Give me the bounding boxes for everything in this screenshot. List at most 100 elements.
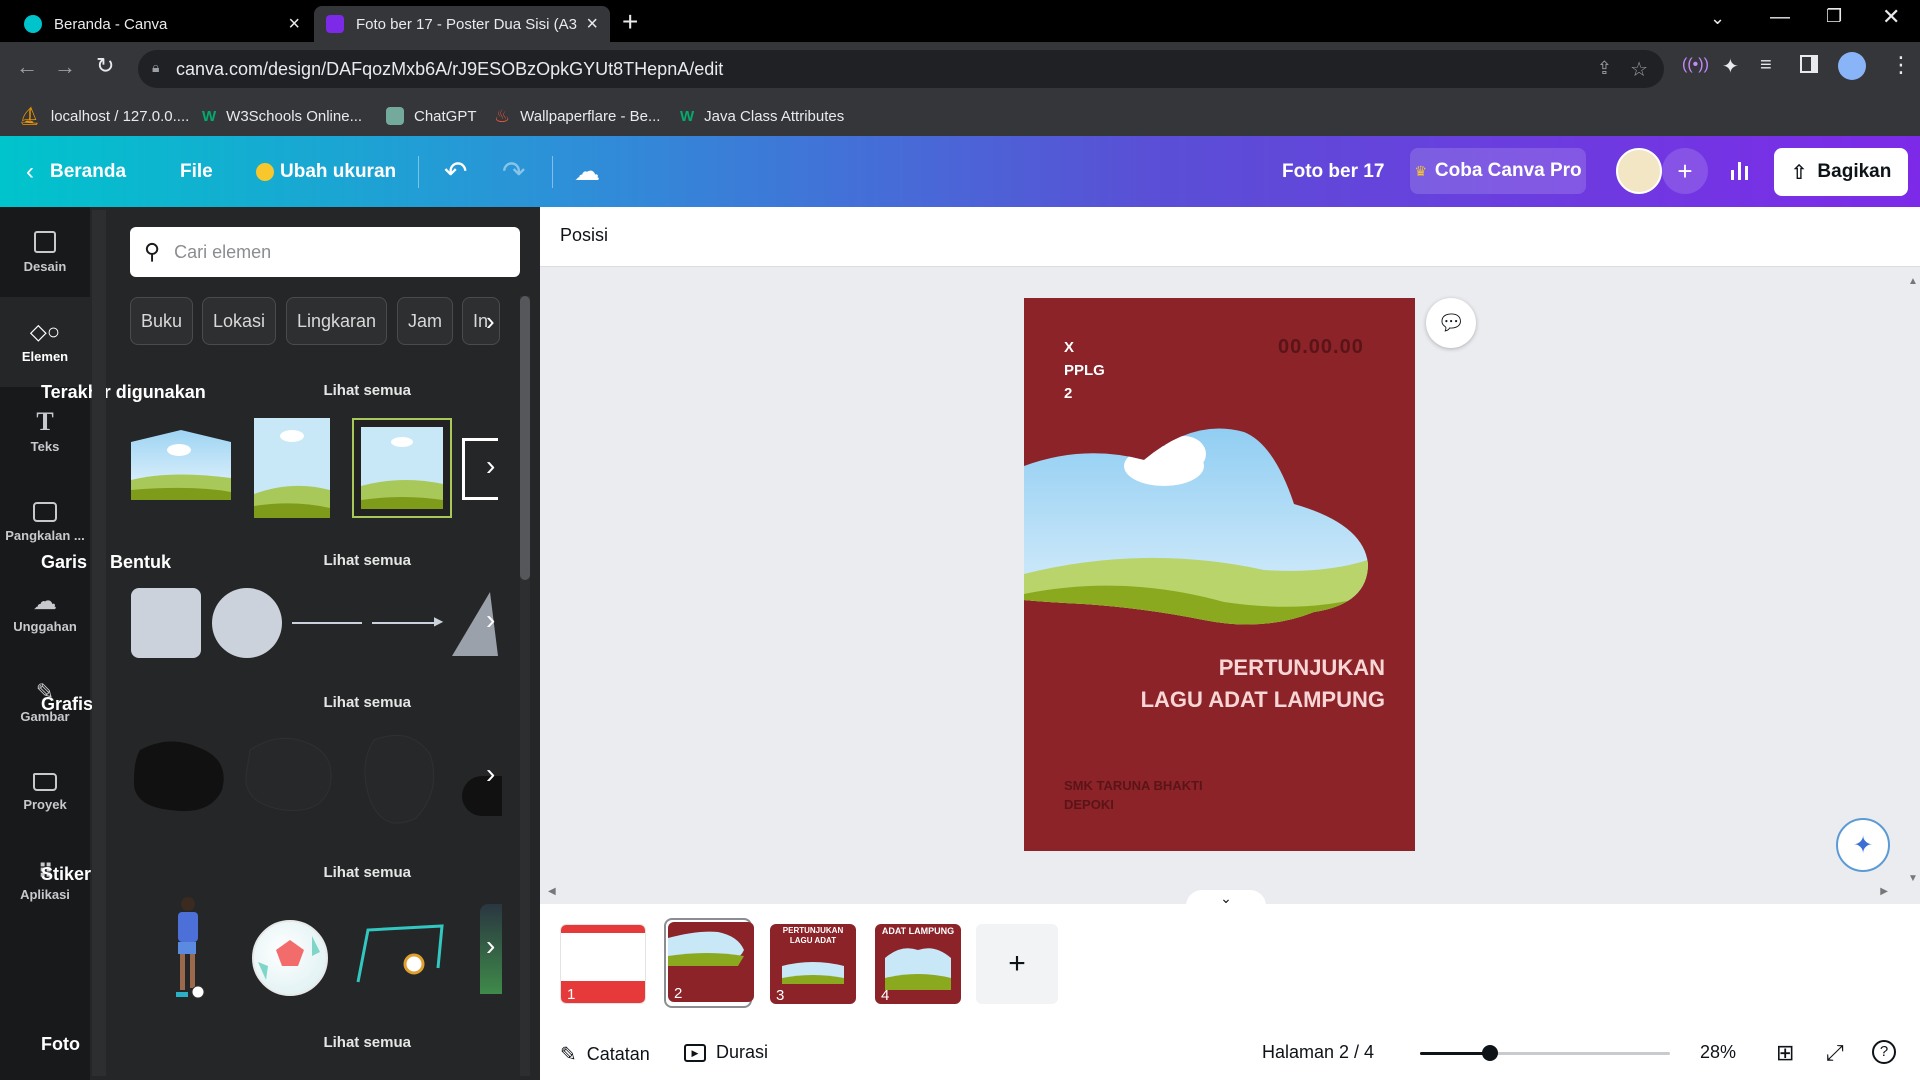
file-menu-button[interactable]: File	[180, 136, 213, 207]
close-tab-icon[interactable]: ×	[288, 13, 300, 36]
bookmark-chatgpt[interactable]: ChatGPT	[386, 96, 477, 136]
workspace-vscroll[interactable]: ▲ ▼	[1904, 270, 1920, 890]
see-all-link[interactable]: Lihat semua	[323, 552, 411, 573]
rail-label: Proyek	[23, 796, 67, 812]
try-canva-pro-button[interactable]: ♛ Coba Canva Pro	[1410, 148, 1586, 194]
undo-icon[interactable]: ↶	[444, 136, 467, 207]
page-indicator[interactable]: Halaman 2 / 4	[1262, 1042, 1374, 1063]
sticker-soccer-ball[interactable]	[252, 920, 328, 996]
page-thumbnail-4[interactable]: ADAT LAMPUNG 4	[875, 924, 961, 1004]
see-all-link[interactable]: Lihat semua	[323, 1034, 411, 1055]
rail-item-projects[interactable]: Proyek	[0, 747, 90, 837]
graphic-blob-tall[interactable]	[360, 730, 440, 830]
share-button[interactable]: ⇧ Bagikan	[1774, 148, 1908, 196]
lock-icon: 🔒︎	[152, 59, 160, 75]
page-thumbnail-1[interactable]: 1	[560, 924, 646, 1004]
rail-item-design[interactable]: Desain	[0, 207, 90, 297]
zoom-slider-thumb[interactable]	[1482, 1045, 1498, 1061]
profile-avatar[interactable]	[1838, 52, 1866, 80]
chip-jam[interactable]: Jam	[397, 297, 454, 345]
chevron-right-icon[interactable]: ›	[486, 604, 495, 636]
design-page[interactable]: X PPLG 2 00.00.00 PERTUNJUKAN LAGU ADAT …	[1024, 298, 1415, 851]
chevron-right-icon[interactable]: ›	[486, 306, 495, 337]
recent-element-framed-photo[interactable]	[352, 418, 452, 518]
tab-search-chevron-icon[interactable]: ⌄	[1710, 8, 1725, 29]
page-thumbnail-2[interactable]: 2	[668, 922, 754, 1002]
extension-radio-icon[interactable]: ((•))	[1682, 56, 1709, 74]
share-page-icon[interactable]: ⇪	[1597, 58, 1612, 79]
bookmark-label: localhost / 127.0.0....	[50, 107, 190, 125]
tab-foto-ber-17[interactable]: Foto ber 17 - Poster Dua Sisi (A3 ×	[314, 6, 610, 42]
chevron-right-icon[interactable]: ›	[486, 758, 495, 790]
chip-buku[interactable]: Buku	[130, 297, 194, 345]
page-thumbnail-3[interactable]: PERTUNJUKAN LAGU ADAT 3	[770, 924, 856, 1004]
add-comment-icon[interactable]: 💬︎	[1426, 298, 1476, 348]
poster-landscape-blob[interactable]	[1024, 424, 1415, 654]
extensions-puzzle-icon[interactable]: ✦	[1722, 54, 1739, 79]
magic-assistant-icon[interactable]: ✦	[1836, 818, 1890, 872]
grid-view-icon[interactable]: ⊞	[1776, 1040, 1794, 1066]
zoom-level[interactable]: 28%	[1700, 1042, 1736, 1063]
tab-title: Beranda - Canva	[54, 15, 168, 33]
bookmark-java-class[interactable]: W Java Class Attributes	[680, 96, 844, 136]
close-tab-icon[interactable]: ×	[586, 13, 598, 36]
cloud-saved-icon[interactable]: ☁	[574, 136, 600, 207]
recent-element-landscape-frame[interactable]	[131, 430, 231, 500]
rail-item-uploads[interactable]: ☁ Unggahan	[0, 567, 90, 657]
graphic-blob-outline[interactable]	[240, 730, 340, 816]
bookmark-localhost[interactable]: ⛵︎ localhost / 127.0.0....	[18, 96, 189, 136]
recent-element-portrait-frame[interactable]	[254, 418, 330, 518]
panel-scrollbar-thumb[interactable]	[520, 296, 530, 580]
help-icon[interactable]: ?	[1872, 1040, 1896, 1064]
chevron-right-icon[interactable]: ›	[486, 450, 495, 482]
bookmark-w3schools[interactable]: W W3Schools Online...	[202, 96, 362, 136]
insights-chart-icon[interactable]	[1716, 148, 1762, 194]
user-avatar[interactable]	[1616, 148, 1662, 194]
sticker-goal-net[interactable]	[354, 924, 446, 986]
side-panel-icon[interactable]	[1800, 55, 1818, 73]
add-page-button[interactable]: +	[976, 924, 1058, 1004]
fullscreen-icon[interactable]: ⤢	[1826, 1040, 1844, 1066]
poster-school-text[interactable]: SMK TARUNA BHAKTI DEPOKI	[1064, 776, 1203, 814]
graphic-partial[interactable]	[462, 776, 502, 816]
restore-icon[interactable]: ❐	[1826, 6, 1842, 27]
chevron-right-icon[interactable]: ›	[486, 930, 495, 962]
browser-menu-icon[interactable]: ⋮	[1890, 52, 1912, 78]
see-all-link[interactable]: Lihat semua	[323, 694, 411, 715]
poster-class-text[interactable]: X PPLG 2	[1064, 336, 1105, 405]
forward-icon[interactable]: →	[54, 54, 76, 80]
shape-line[interactable]	[292, 622, 362, 624]
shape-rounded-square[interactable]	[131, 588, 201, 658]
notes-button[interactable]: ✎ Catatan	[560, 1042, 650, 1067]
see-all-link[interactable]: Lihat semua	[323, 864, 411, 885]
duration-button[interactable]: ▶ Durasi	[684, 1042, 768, 1063]
sticker-soccer-player[interactable]	[160, 896, 210, 1000]
shape-arrow-line[interactable]	[372, 622, 438, 624]
new-tab-icon[interactable]: +	[622, 6, 638, 38]
shape-circle[interactable]	[212, 588, 282, 658]
back-icon[interactable]: ←	[16, 54, 38, 80]
see-all-link[interactable]: Lihat semua	[323, 382, 411, 403]
minimize-icon[interactable]: —	[1770, 6, 1790, 29]
design-title[interactable]: Foto ber 17	[1282, 136, 1384, 207]
chip-lingkaran[interactable]: Lingkaran	[286, 297, 388, 345]
media-queue-icon[interactable]: ≡	[1760, 54, 1772, 77]
invite-plus-icon[interactable]: +	[1662, 148, 1708, 194]
bookmark-wallpaperflare[interactable]: ♨ Wallpaperflare - Be...	[494, 96, 660, 136]
address-bar[interactable]: 🔒︎ canva.com/design/DAFqozMxb6A/rJ9ESOBz…	[138, 50, 1664, 88]
poster-time-text[interactable]: 00.00.00	[1278, 336, 1364, 359]
graphic-blob-dark[interactable]	[130, 740, 230, 814]
resize-button[interactable]: Ubah ukuran	[256, 136, 396, 207]
reload-icon[interactable]: ↻	[96, 53, 114, 79]
search-elements-input[interactable]: ⚲ Cari elemen	[130, 227, 520, 277]
poster-title-text[interactable]: PERTUNJUKAN LAGU ADAT LAMPUNG	[1141, 652, 1385, 716]
chip-lokasi[interactable]: Lokasi	[202, 297, 277, 345]
thumbnail-caption: PERTUNJUKAN LAGU ADAT	[782, 926, 844, 945]
home-button[interactable]: ‹ Beranda	[26, 136, 126, 207]
bookmark-star-icon[interactable]: ☆	[1630, 57, 1648, 82]
redo-icon[interactable]: ↷	[502, 136, 525, 207]
rail-item-elements[interactable]: ◇○ Elemen	[0, 297, 90, 387]
position-button[interactable]: Posisi	[560, 225, 608, 246]
close-window-icon[interactable]: ✕	[1882, 4, 1900, 30]
tab-beranda[interactable]: Beranda - Canva ×	[12, 6, 312, 42]
